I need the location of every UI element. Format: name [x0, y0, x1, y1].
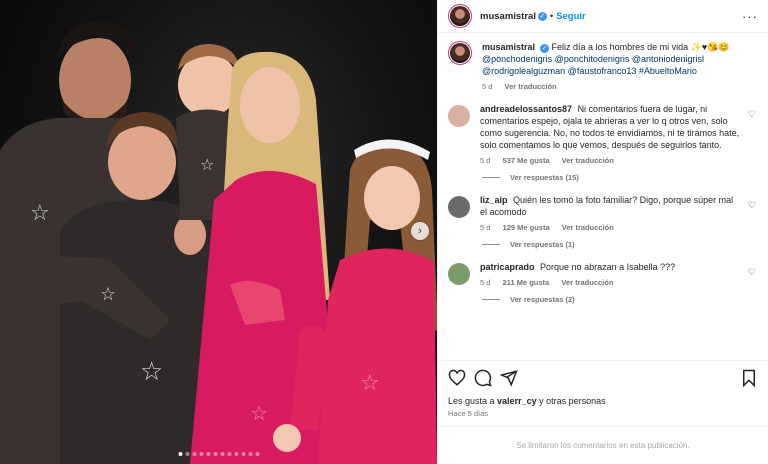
carousel-dot: [199, 452, 203, 456]
verified-icon: ✓: [540, 44, 550, 53]
carousel-dots: [178, 452, 259, 456]
carousel-dot: [255, 452, 259, 456]
caption-username[interactable]: musamistral: [482, 42, 535, 52]
carousel-dot: [241, 452, 245, 456]
carousel-next-button[interactable]: ›: [411, 222, 429, 240]
commenter-username[interactable]: patricaprado: [480, 262, 535, 272]
likes-user[interactable]: valerr_cy: [497, 396, 537, 406]
commenter-username[interactable]: andreadelossantos87: [480, 104, 572, 114]
view-replies-button[interactable]: Ver respuestas (1): [482, 240, 758, 249]
like-comment-icon[interactable]: ♡: [748, 200, 756, 211]
like-comment-icon[interactable]: ♡: [748, 109, 756, 120]
post-side-panel: musamistral ✓ • Seguir ··· musamistral ✓ …: [437, 0, 768, 464]
view-replies-button[interactable]: Ver respuestas (15): [482, 173, 758, 182]
post-time-ago: Hace 5 días: [448, 409, 489, 418]
bookmark-icon[interactable]: [740, 369, 758, 387]
comment-text: Quién les tomó la foto familiar? Digo, p…: [480, 195, 734, 217]
view-replies-button[interactable]: Ver respuestas (2): [482, 295, 758, 304]
author-avatar[interactable]: [448, 4, 472, 28]
post-header: musamistral ✓ • Seguir ···: [438, 0, 768, 33]
comment-text: Porque no abrazan a Isabella ???: [540, 262, 676, 272]
commenter-avatar[interactable]: [448, 263, 470, 285]
caption-tags[interactable]: @ponchodenigris @ponchitodenigris @anton…: [482, 54, 704, 76]
like-comment-icon[interactable]: ♡: [748, 267, 756, 278]
see-translation-link[interactable]: Ver traducción: [561, 278, 613, 287]
caption-time: 5 d: [482, 82, 493, 91]
comment: liz_aip Quién les tomó la foto familiar?…: [448, 194, 758, 234]
see-translation-link[interactable]: Ver traducción: [562, 223, 614, 232]
svg-text:☆: ☆: [100, 284, 116, 305]
instagram-post-modal: ☆ ☆ ☆ ☆ ☆ ☆ › musamistral ✓ • Seguir ···…: [0, 0, 768, 464]
carousel-dot: [248, 452, 252, 456]
family-photo-illustration: ☆ ☆ ☆ ☆ ☆ ☆: [0, 21, 437, 464]
carousel-dot: [206, 452, 210, 456]
carousel-dot: [213, 452, 217, 456]
comment-time: 5 d: [480, 223, 491, 232]
caption-text: Feliz día a los hombres de mi vida ✨♥😘😊: [551, 42, 730, 52]
post-photo[interactable]: ☆ ☆ ☆ ☆ ☆ ☆ ›: [0, 0, 437, 464]
svg-text:☆: ☆: [200, 155, 214, 174]
comment-time: 5 d: [480, 278, 491, 287]
carousel-dot: [185, 452, 189, 456]
comments-limited-notice: Se limitaron los comentarios en esta pub…: [438, 426, 768, 464]
caption: musamistral ✓ Feliz día a los hombres de …: [448, 41, 758, 93]
comment-likes[interactable]: 129 Me gusta: [503, 223, 550, 232]
comment-likes[interactable]: 211 Me gusta: [503, 278, 550, 287]
svg-text:☆: ☆: [250, 401, 268, 425]
carousel-dot: [220, 452, 224, 456]
comment: patricaprado Porque no abrazan a Isabell…: [448, 261, 758, 289]
carousel-dot: [234, 452, 238, 456]
likes-summary[interactable]: Les gusta a valerr_cy y otras personas: [448, 396, 758, 406]
comment-likes[interactable]: 537 Me gusta: [503, 156, 550, 165]
comments-list[interactable]: musamistral ✓ Feliz día a los hombres de …: [438, 33, 768, 353]
carousel-dot: [227, 452, 231, 456]
verified-icon: ✓: [537, 11, 547, 21]
heart-icon[interactable]: [448, 369, 466, 387]
commenter-username[interactable]: liz_aip: [480, 195, 508, 205]
see-translation-link[interactable]: Ver traducción: [505, 82, 557, 91]
author-username[interactable]: musamistral: [480, 11, 536, 22]
caption-avatar[interactable]: [448, 41, 472, 65]
carousel-dot: [192, 452, 196, 456]
svg-text:☆: ☆: [140, 357, 163, 387]
comment-time: 5 d: [480, 156, 491, 165]
post-actions: Les gusta a valerr_cy y otras personas H…: [438, 360, 768, 418]
svg-text:☆: ☆: [360, 371, 380, 396]
carousel-dot: [178, 452, 182, 456]
comment: andreadelossantos87 Ni comentarios fuera…: [448, 103, 758, 167]
commenter-avatar[interactable]: [448, 196, 470, 218]
comment-icon[interactable]: [474, 369, 492, 387]
see-translation-link[interactable]: Ver traducción: [562, 156, 614, 165]
share-icon[interactable]: [500, 369, 518, 387]
more-options-icon[interactable]: ···: [742, 9, 758, 24]
commenter-avatar[interactable]: [448, 105, 470, 127]
follow-button[interactable]: Seguir: [556, 11, 586, 22]
svg-text:☆: ☆: [30, 201, 50, 226]
header-separator: •: [549, 11, 554, 21]
